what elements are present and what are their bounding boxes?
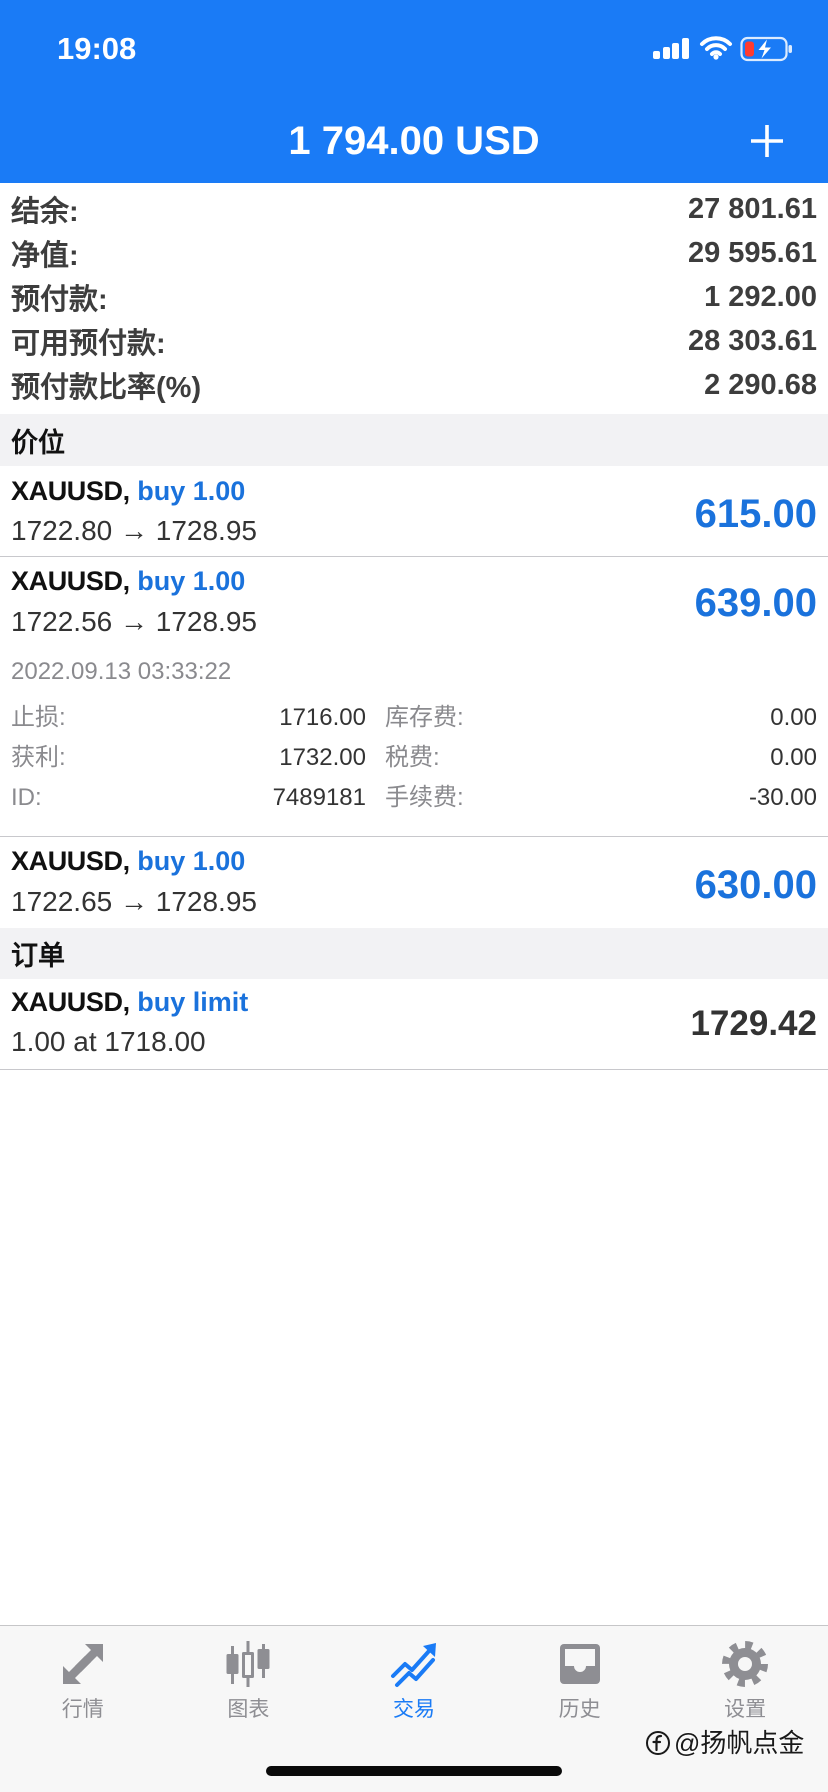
position-symbol: XAUUSD, <box>11 476 130 506</box>
ticket-id-label: ID: <box>11 784 42 811</box>
chart-icon <box>226 1641 270 1687</box>
wifi-icon <box>700 36 732 60</box>
tab-label: 行情 <box>61 1698 104 1721</box>
stop-loss-label: 止损: <box>11 704 66 731</box>
tab-settings[interactable]: 设置 <box>662 1626 828 1792</box>
add-order-button[interactable] <box>746 120 788 162</box>
summary-label: 预付款: <box>11 284 108 316</box>
order-type: buy limit <box>137 987 249 1017</box>
position-profit: 639.00 <box>694 581 817 625</box>
position-type: buy 1.00 <box>137 566 246 596</box>
tab-quotes[interactable]: 行情 <box>0 1626 166 1792</box>
position-detail-row: ID: 7489181 手续费: -30.00 <box>0 784 828 812</box>
order-current-price: 1729.42 <box>690 1004 817 1043</box>
summary-value: 27 801.61 <box>687 192 817 225</box>
position-title: XAUUSD, buy 1.00 <box>11 475 245 507</box>
swap-label: 库存费: <box>385 704 464 731</box>
account-profit-title: 1 794.00 USD <box>288 119 540 163</box>
orders-section-header: 订单 <box>0 928 828 979</box>
position-profit: 615.00 <box>694 492 817 536</box>
swap-value: 0.00 <box>770 704 817 731</box>
order-title: XAUUSD, buy limit <box>11 986 248 1018</box>
tab-label: 历史 <box>558 1698 601 1721</box>
plus-icon <box>751 125 783 157</box>
order-info: 1.00 at 1718.00 <box>11 1026 206 1057</box>
summary-row-equity: 净值: 29 595.61 <box>0 231 828 275</box>
positions-section-header: 价位 <box>0 414 828 466</box>
summary-value: 29 595.61 <box>687 236 817 269</box>
history-icon <box>559 1644 600 1684</box>
position-type: buy 1.00 <box>137 846 246 876</box>
position-row[interactable]: XAUUSD, buy 1.00 1722.65 → 1728.95 630.0… <box>0 837 828 928</box>
summary-label: 结余: <box>11 196 79 228</box>
summary-row-free-margin: 可用预付款: 28 303.61 <box>0 319 828 363</box>
position-open-time: 2022.09.13 03:33:22 <box>11 658 232 685</box>
taxes-value: 0.00 <box>770 744 817 771</box>
summary-value: 1 292.00 <box>704 280 817 313</box>
home-indicator[interactable] <box>266 1766 562 1776</box>
order-symbol: XAUUSD, <box>11 987 130 1017</box>
watermark-logo-icon <box>646 1731 670 1755</box>
position-prices: 1722.56 → 1728.95 <box>11 606 257 637</box>
position-symbol: XAUUSD, <box>11 566 130 596</box>
watermark: @扬帆点金 <box>645 1727 804 1759</box>
position-detail-row: 止损: 1716.00 库存费: 0.00 <box>0 704 828 732</box>
quotes-icon <box>62 1644 103 1684</box>
position-type: buy 1.00 <box>137 476 246 506</box>
summary-value: 2 290.68 <box>704 368 817 401</box>
position-detail-row: 获利: 1732.00 税费: 0.00 <box>0 744 828 772</box>
position-row[interactable]: XAUUSD, buy 1.00 1722.80 → 1728.95 615.0… <box>0 466 828 557</box>
commission-label: 手续费: <box>385 784 464 811</box>
summary-label: 可用预付款: <box>11 328 166 360</box>
status-time: 19:08 <box>57 31 137 66</box>
summary-row-margin-level: 预付款比率(%) 2 290.68 <box>0 363 828 407</box>
pending-order-row[interactable]: XAUUSD, buy limit 1.00 at 1718.00 1729.4… <box>0 979 828 1070</box>
position-title: XAUUSD, buy 1.00 <box>11 845 245 877</box>
commission-value: -30.00 <box>748 784 817 811</box>
account-summary: 结余: 27 801.61 净值: 29 595.61 预付款: 1 292.0… <box>0 183 828 414</box>
position-title: XAUUSD, buy 1.00 <box>11 565 245 597</box>
taxes-label: 税费: <box>385 744 440 771</box>
summary-label: 预付款比率(%) <box>11 372 202 404</box>
tab-label: 交易 <box>392 1698 435 1721</box>
watermark-text: @扬帆点金 <box>674 1728 805 1758</box>
position-profit: 630.00 <box>694 863 817 907</box>
tab-label: 图表 <box>227 1698 270 1721</box>
summary-row-margin: 预付款: 1 292.00 <box>0 275 828 319</box>
take-profit-value: 1732.00 <box>279 744 366 771</box>
summary-label: 净值: <box>11 240 79 272</box>
summary-value: 28 303.61 <box>687 324 817 357</box>
ticket-id-value: 7489181 <box>272 784 366 811</box>
position-row-expanded[interactable]: XAUUSD, buy 1.00 1722.56 → 1728.95 639.0… <box>0 557 828 837</box>
stop-loss-value: 1716.00 <box>279 704 366 731</box>
top-header: 19:08 1 794.00 USD <box>0 0 828 183</box>
signal-icon <box>653 38 691 59</box>
battery-charging-icon <box>740 36 792 62</box>
tab-label: 设置 <box>724 1698 767 1721</box>
trade-icon <box>390 1643 436 1687</box>
position-prices: 1722.80 → 1728.95 <box>11 515 257 546</box>
settings-icon <box>722 1641 769 1687</box>
take-profit-label: 获利: <box>11 744 66 771</box>
position-prices: 1722.65 → 1728.95 <box>11 886 257 917</box>
summary-row-balance: 结余: 27 801.61 <box>0 187 828 231</box>
position-symbol: XAUUSD, <box>11 846 130 876</box>
